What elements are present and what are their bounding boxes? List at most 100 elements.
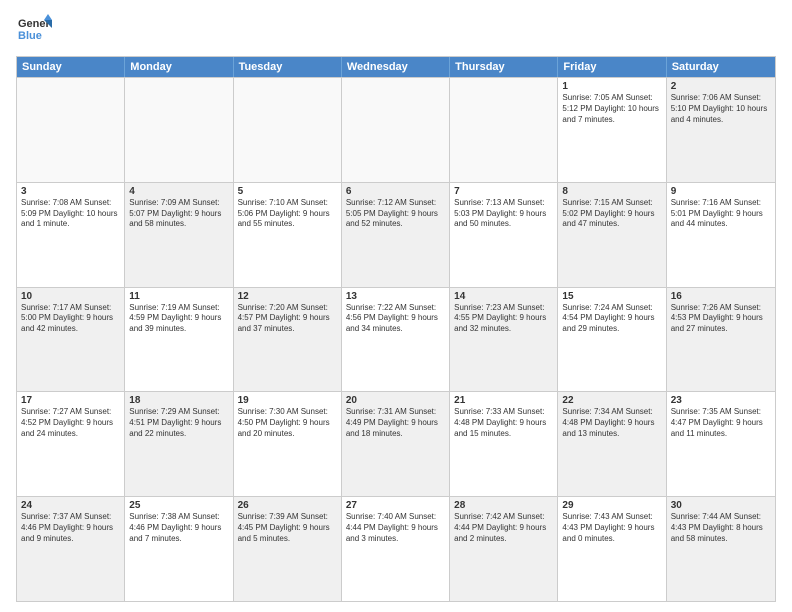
day-cell: 1Sunrise: 7:05 AM Sunset: 5:12 PM Daylig…: [558, 78, 666, 182]
logo: General Blue: [16, 12, 52, 48]
day-info: Sunrise: 7:29 AM Sunset: 4:51 PM Dayligh…: [129, 407, 228, 439]
page-header: General Blue: [16, 12, 776, 48]
day-info: Sunrise: 7:26 AM Sunset: 4:53 PM Dayligh…: [671, 303, 771, 335]
day-info: Sunrise: 7:31 AM Sunset: 4:49 PM Dayligh…: [346, 407, 445, 439]
day-cell: 8Sunrise: 7:15 AM Sunset: 5:02 PM Daylig…: [558, 183, 666, 287]
day-number: 3: [21, 186, 120, 197]
day-header: Monday: [125, 57, 233, 77]
day-info: Sunrise: 7:12 AM Sunset: 5:05 PM Dayligh…: [346, 198, 445, 230]
day-cell: 20Sunrise: 7:31 AM Sunset: 4:49 PM Dayli…: [342, 392, 450, 496]
day-number: 17: [21, 395, 120, 406]
day-info: Sunrise: 7:10 AM Sunset: 5:06 PM Dayligh…: [238, 198, 337, 230]
day-header: Tuesday: [234, 57, 342, 77]
day-number: 11: [129, 291, 228, 302]
day-cell: 30Sunrise: 7:44 AM Sunset: 4:43 PM Dayli…: [667, 497, 775, 601]
day-cell: 24Sunrise: 7:37 AM Sunset: 4:46 PM Dayli…: [17, 497, 125, 601]
day-number: 7: [454, 186, 553, 197]
day-number: 12: [238, 291, 337, 302]
logo-icon: General Blue: [16, 12, 52, 48]
day-number: 13: [346, 291, 445, 302]
week-row: 10Sunrise: 7:17 AM Sunset: 5:00 PM Dayli…: [17, 287, 775, 392]
day-number: 4: [129, 186, 228, 197]
day-number: 23: [671, 395, 771, 406]
day-number: 8: [562, 186, 661, 197]
day-cell: 29Sunrise: 7:43 AM Sunset: 4:43 PM Dayli…: [558, 497, 666, 601]
day-info: Sunrise: 7:27 AM Sunset: 4:52 PM Dayligh…: [21, 407, 120, 439]
day-info: Sunrise: 7:30 AM Sunset: 4:50 PM Dayligh…: [238, 407, 337, 439]
day-cell: 18Sunrise: 7:29 AM Sunset: 4:51 PM Dayli…: [125, 392, 233, 496]
day-header: Thursday: [450, 57, 558, 77]
day-cell: 19Sunrise: 7:30 AM Sunset: 4:50 PM Dayli…: [234, 392, 342, 496]
day-cell: 11Sunrise: 7:19 AM Sunset: 4:59 PM Dayli…: [125, 288, 233, 392]
day-info: Sunrise: 7:40 AM Sunset: 4:44 PM Dayligh…: [346, 512, 445, 544]
weeks-container: 1Sunrise: 7:05 AM Sunset: 5:12 PM Daylig…: [17, 77, 775, 601]
day-info: Sunrise: 7:34 AM Sunset: 4:48 PM Dayligh…: [562, 407, 661, 439]
day-number: 19: [238, 395, 337, 406]
day-cell: 27Sunrise: 7:40 AM Sunset: 4:44 PM Dayli…: [342, 497, 450, 601]
day-info: Sunrise: 7:35 AM Sunset: 4:47 PM Dayligh…: [671, 407, 771, 439]
day-number: 6: [346, 186, 445, 197]
day-info: Sunrise: 7:37 AM Sunset: 4:46 PM Dayligh…: [21, 512, 120, 544]
day-cell: 14Sunrise: 7:23 AM Sunset: 4:55 PM Dayli…: [450, 288, 558, 392]
day-info: Sunrise: 7:19 AM Sunset: 4:59 PM Dayligh…: [129, 303, 228, 335]
day-cell: 13Sunrise: 7:22 AM Sunset: 4:56 PM Dayli…: [342, 288, 450, 392]
day-cell: [125, 78, 233, 182]
week-row: 24Sunrise: 7:37 AM Sunset: 4:46 PM Dayli…: [17, 496, 775, 601]
day-number: 18: [129, 395, 228, 406]
week-row: 1Sunrise: 7:05 AM Sunset: 5:12 PM Daylig…: [17, 77, 775, 182]
day-number: 22: [562, 395, 661, 406]
day-number: 27: [346, 500, 445, 511]
day-number: 1: [562, 81, 661, 92]
day-info: Sunrise: 7:42 AM Sunset: 4:44 PM Dayligh…: [454, 512, 553, 544]
day-info: Sunrise: 7:06 AM Sunset: 5:10 PM Dayligh…: [671, 93, 771, 125]
day-number: 9: [671, 186, 771, 197]
day-cell: 28Sunrise: 7:42 AM Sunset: 4:44 PM Dayli…: [450, 497, 558, 601]
day-cell: 16Sunrise: 7:26 AM Sunset: 4:53 PM Dayli…: [667, 288, 775, 392]
day-cell: 5Sunrise: 7:10 AM Sunset: 5:06 PM Daylig…: [234, 183, 342, 287]
day-number: 26: [238, 500, 337, 511]
day-info: Sunrise: 7:16 AM Sunset: 5:01 PM Dayligh…: [671, 198, 771, 230]
week-row: 17Sunrise: 7:27 AM Sunset: 4:52 PM Dayli…: [17, 391, 775, 496]
day-number: 14: [454, 291, 553, 302]
day-cell: [342, 78, 450, 182]
day-cell: 25Sunrise: 7:38 AM Sunset: 4:46 PM Dayli…: [125, 497, 233, 601]
day-cell: 26Sunrise: 7:39 AM Sunset: 4:45 PM Dayli…: [234, 497, 342, 601]
day-info: Sunrise: 7:39 AM Sunset: 4:45 PM Dayligh…: [238, 512, 337, 544]
day-info: Sunrise: 7:08 AM Sunset: 5:09 PM Dayligh…: [21, 198, 120, 230]
day-cell: 21Sunrise: 7:33 AM Sunset: 4:48 PM Dayli…: [450, 392, 558, 496]
day-number: 24: [21, 500, 120, 511]
week-row: 3Sunrise: 7:08 AM Sunset: 5:09 PM Daylig…: [17, 182, 775, 287]
svg-text:Blue: Blue: [18, 30, 42, 42]
day-info: Sunrise: 7:13 AM Sunset: 5:03 PM Dayligh…: [454, 198, 553, 230]
day-cell: 7Sunrise: 7:13 AM Sunset: 5:03 PM Daylig…: [450, 183, 558, 287]
day-number: 2: [671, 81, 771, 92]
day-info: Sunrise: 7:33 AM Sunset: 4:48 PM Dayligh…: [454, 407, 553, 439]
day-cell: 15Sunrise: 7:24 AM Sunset: 4:54 PM Dayli…: [558, 288, 666, 392]
day-number: 20: [346, 395, 445, 406]
day-cell: 12Sunrise: 7:20 AM Sunset: 4:57 PM Dayli…: [234, 288, 342, 392]
day-info: Sunrise: 7:05 AM Sunset: 5:12 PM Dayligh…: [562, 93, 661, 125]
day-info: Sunrise: 7:24 AM Sunset: 4:54 PM Dayligh…: [562, 303, 661, 335]
day-header: Sunday: [17, 57, 125, 77]
day-number: 29: [562, 500, 661, 511]
day-header: Wednesday: [342, 57, 450, 77]
day-cell: [234, 78, 342, 182]
day-number: 21: [454, 395, 553, 406]
day-cell: 9Sunrise: 7:16 AM Sunset: 5:01 PM Daylig…: [667, 183, 775, 287]
day-info: Sunrise: 7:15 AM Sunset: 5:02 PM Dayligh…: [562, 198, 661, 230]
day-info: Sunrise: 7:43 AM Sunset: 4:43 PM Dayligh…: [562, 512, 661, 544]
calendar: SundayMondayTuesdayWednesdayThursdayFrid…: [16, 56, 776, 602]
day-info: Sunrise: 7:22 AM Sunset: 4:56 PM Dayligh…: [346, 303, 445, 335]
day-number: 25: [129, 500, 228, 511]
day-info: Sunrise: 7:17 AM Sunset: 5:00 PM Dayligh…: [21, 303, 120, 335]
day-info: Sunrise: 7:23 AM Sunset: 4:55 PM Dayligh…: [454, 303, 553, 335]
day-cell: 17Sunrise: 7:27 AM Sunset: 4:52 PM Dayli…: [17, 392, 125, 496]
day-headers-row: SundayMondayTuesdayWednesdayThursdayFrid…: [17, 57, 775, 77]
day-number: 30: [671, 500, 771, 511]
day-cell: 2Sunrise: 7:06 AM Sunset: 5:10 PM Daylig…: [667, 78, 775, 182]
day-header: Saturday: [667, 57, 775, 77]
day-header: Friday: [558, 57, 666, 77]
day-cell: 4Sunrise: 7:09 AM Sunset: 5:07 PM Daylig…: [125, 183, 233, 287]
day-info: Sunrise: 7:09 AM Sunset: 5:07 PM Dayligh…: [129, 198, 228, 230]
day-number: 15: [562, 291, 661, 302]
